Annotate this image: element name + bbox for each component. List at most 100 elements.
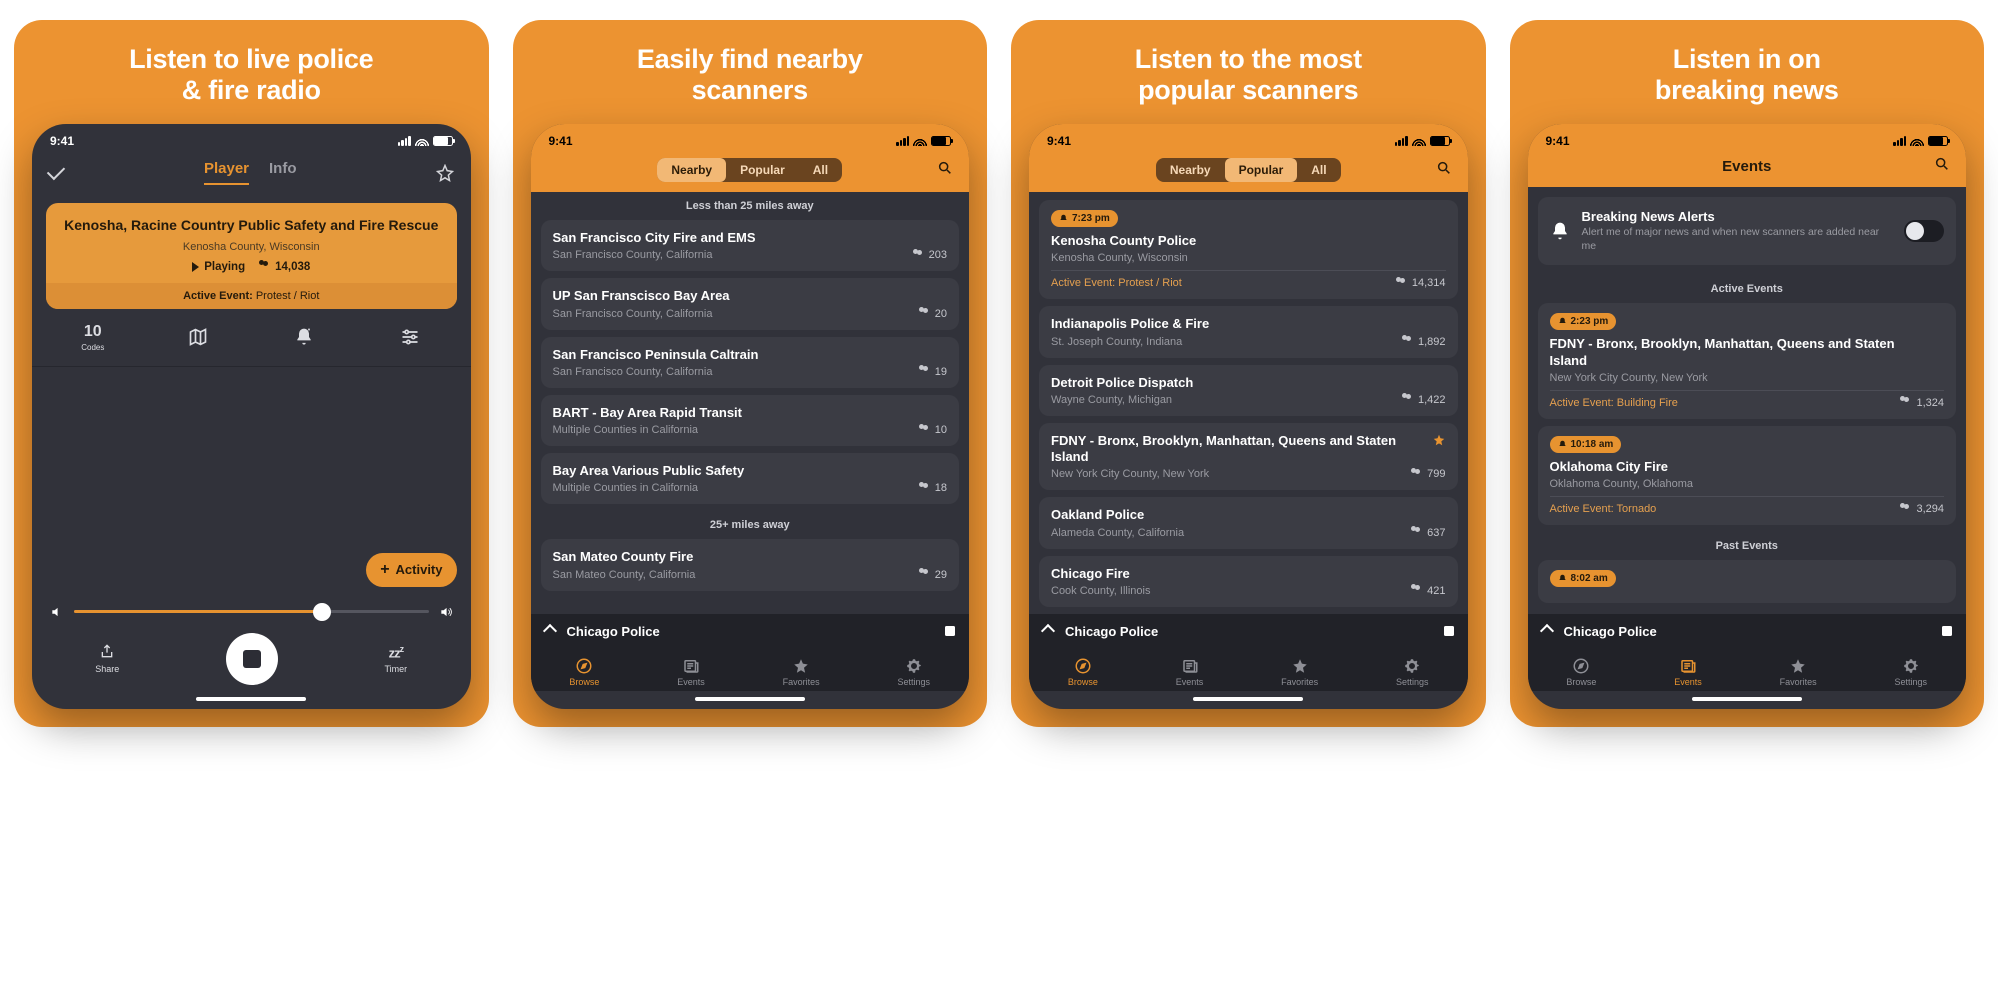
stop-icon[interactable]	[945, 626, 955, 636]
search-icon[interactable]	[937, 160, 953, 176]
listeners-icon	[1411, 470, 1423, 479]
home-indicator[interactable]	[1692, 697, 1802, 701]
listeners-count: 799	[1427, 468, 1445, 480]
list-item[interactable]: UP San Franscisco Bay Area San Francisco…	[541, 278, 960, 329]
status-time: 9:41	[549, 134, 573, 148]
favorite-star-icon[interactable]	[436, 164, 454, 182]
search-icon[interactable]	[1934, 156, 1950, 172]
list-item[interactable]: San Francisco City Fire and EMS San Fran…	[541, 220, 960, 271]
signal-icon	[1395, 136, 1408, 146]
codes-button[interactable]: 10Codes	[70, 323, 116, 352]
scanner-title: Chicago Fire	[1051, 566, 1398, 582]
tab-settings[interactable]: Settings	[896, 653, 933, 691]
event-item[interactable]: 8:02 am	[1538, 560, 1957, 603]
stop-icon[interactable]	[1444, 626, 1454, 636]
list-item[interactable]: BART - Bay Area Rapid Transit Multiple C…	[541, 395, 960, 446]
distance-header-1: Less than 25 miles away	[541, 192, 960, 220]
tab-favorites[interactable]: Favorites	[1279, 653, 1320, 691]
list-item[interactable]: FDNY - Bronx, Brooklyn, Manhattan, Queen…	[1039, 423, 1458, 491]
tab-info[interactable]: Info	[269, 160, 297, 185]
now-playing-card[interactable]: Kenosha, Racine Country Public Safety an…	[46, 203, 457, 309]
distance-header-2: 25+ miles away	[541, 511, 960, 539]
tab-settings[interactable]: Settings	[1394, 653, 1431, 691]
tab-favorites[interactable]: Favorites	[1778, 653, 1819, 691]
listeners-icon	[919, 570, 931, 579]
seg-popular[interactable]: Popular	[726, 158, 799, 182]
share-button[interactable]: Share	[95, 643, 119, 674]
gear-icon	[904, 657, 924, 675]
seg-all[interactable]: All	[799, 158, 842, 182]
stop-icon	[243, 650, 261, 668]
tab-browse[interactable]: Browse	[1066, 653, 1100, 691]
listeners-icon	[1396, 279, 1408, 288]
mini-player[interactable]: Chicago Police	[1029, 614, 1468, 649]
list-item[interactable]: San Francisco Peninsula Caltrain San Fra…	[541, 337, 960, 388]
mini-player[interactable]: Chicago Police	[531, 614, 970, 649]
compass-icon	[574, 657, 594, 675]
list-item-featured[interactable]: 7:23 pm Kenosha County Police Kenosha Co…	[1039, 200, 1458, 299]
list-item[interactable]: Bay Area Various Public Safety Multiple …	[541, 453, 960, 504]
chevron-up-icon	[1539, 624, 1553, 638]
chevron-up-icon	[542, 624, 556, 638]
listeners-icon	[1402, 337, 1414, 346]
activity-button[interactable]: +Activity	[366, 553, 456, 587]
tab-events[interactable]: Events	[675, 653, 707, 691]
tab-events[interactable]: Events	[1174, 653, 1206, 691]
mini-player-title: Chicago Police	[567, 624, 660, 639]
volume-slider[interactable]	[32, 605, 471, 619]
mini-player[interactable]: Chicago Police	[1528, 614, 1967, 649]
alert-toggle[interactable]	[1904, 220, 1944, 242]
news-icon	[1180, 657, 1200, 675]
scanner-title: UP San Franscisco Bay Area	[553, 288, 900, 304]
tab-player[interactable]: Player	[204, 160, 249, 185]
stop-button[interactable]	[226, 633, 278, 685]
mini-player-title: Chicago Police	[1065, 624, 1158, 639]
map-button[interactable]	[175, 327, 221, 347]
chevron-down-icon[interactable]	[47, 161, 65, 179]
sleep-icon: zzz	[389, 644, 404, 660]
tab-bar: Browse Events Favorites Settings	[1029, 649, 1468, 691]
tab-favorites[interactable]: Favorites	[781, 653, 822, 691]
event-item[interactable]: 2:23 pm FDNY - Bronx, Brooklyn, Manhatta…	[1538, 303, 1957, 419]
search-icon[interactable]	[1436, 160, 1452, 176]
tab-settings[interactable]: Settings	[1893, 653, 1930, 691]
home-indicator[interactable]	[196, 697, 306, 701]
battery-icon	[1928, 136, 1948, 146]
scanner-subtitle: Multiple Counties in California	[553, 482, 948, 494]
list-item[interactable]: Detroit Police Dispatch Wayne County, Mi…	[1039, 365, 1458, 416]
seg-all[interactable]: All	[1297, 158, 1340, 182]
alert-title: Breaking News Alerts	[1582, 209, 1893, 224]
scanner-title: San Mateo County Fire	[553, 549, 900, 565]
seg-nearby[interactable]: Nearby	[1156, 158, 1225, 182]
tab-events[interactable]: Events	[1672, 653, 1704, 691]
battery-icon	[1430, 136, 1450, 146]
tab-browse[interactable]: Browse	[1564, 653, 1598, 691]
star-icon	[1788, 657, 1808, 675]
bell-icon	[1550, 221, 1570, 241]
timer-button[interactable]: zzz Timer	[385, 644, 408, 673]
scanner-subtitle: Cook County, Illinois	[1051, 585, 1446, 597]
equalizer-button[interactable]	[387, 327, 433, 347]
listeners-icon	[1411, 586, 1423, 595]
scanner-title: FDNY - Bronx, Brooklyn, Manhattan, Queen…	[1051, 433, 1398, 466]
compass-icon	[1571, 657, 1591, 675]
alert-button[interactable]	[281, 327, 327, 347]
event-item[interactable]: 10:18 am Oklahoma City Fire Oklahoma Cou…	[1538, 426, 1957, 525]
stop-icon[interactable]	[1942, 626, 1952, 636]
list-item[interactable]: Chicago Fire Cook County, Illinois 421	[1039, 556, 1458, 607]
status-bar: 9:41	[531, 124, 970, 152]
play-icon	[192, 262, 199, 272]
home-indicator[interactable]	[695, 697, 805, 701]
seg-popular[interactable]: Popular	[1225, 158, 1298, 182]
list-item[interactable]: San Mateo County Fire San Mateo County, …	[541, 539, 960, 590]
tab-browse[interactable]: Browse	[567, 653, 601, 691]
scanner-title: FDNY - Bronx, Brooklyn, Manhattan, Queen…	[1550, 336, 1897, 369]
list-item[interactable]: Indianapolis Police & Fire St. Joseph Co…	[1039, 306, 1458, 357]
home-indicator[interactable]	[1193, 697, 1303, 701]
scanner-subtitle: San Francisco County, California	[553, 249, 948, 261]
signal-icon	[1893, 136, 1906, 146]
seg-nearby[interactable]: Nearby	[657, 158, 726, 182]
scanner-subtitle: Kenosha County, Wisconsin	[1051, 252, 1446, 264]
list-item[interactable]: Oakland Police Alameda County, Californi…	[1039, 497, 1458, 548]
wifi-icon	[1412, 136, 1426, 146]
